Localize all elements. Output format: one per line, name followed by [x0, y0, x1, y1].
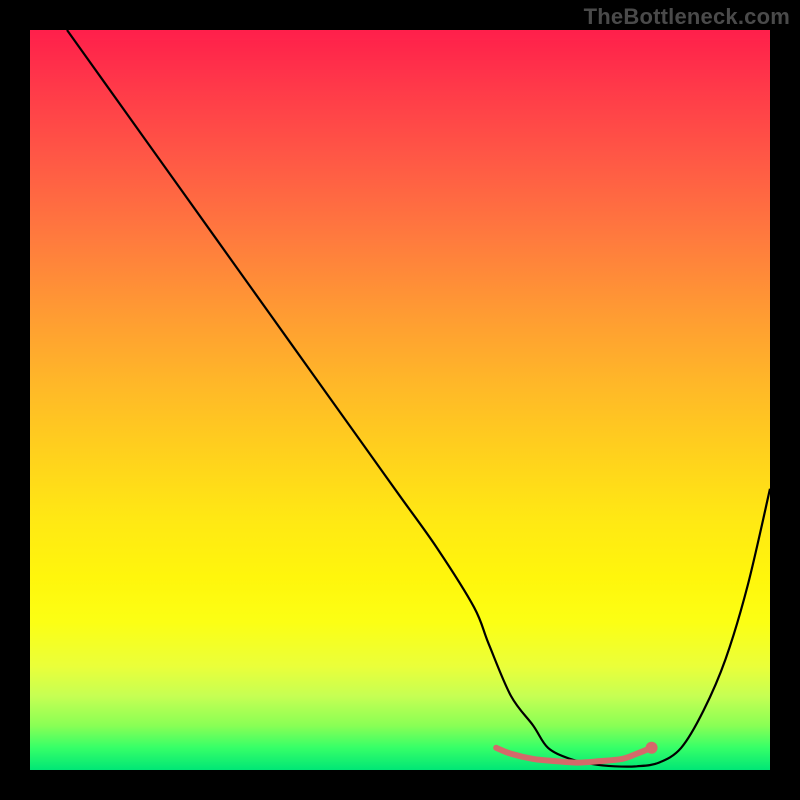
chart-frame: TheBottleneck.com — [0, 0, 800, 800]
curve-layer — [30, 30, 770, 770]
plot-area — [30, 30, 770, 770]
optimum-band — [496, 748, 651, 763]
watermark-text: TheBottleneck.com — [584, 4, 790, 30]
optimum-end-dot — [646, 742, 658, 754]
bottleneck-curve — [67, 30, 770, 767]
